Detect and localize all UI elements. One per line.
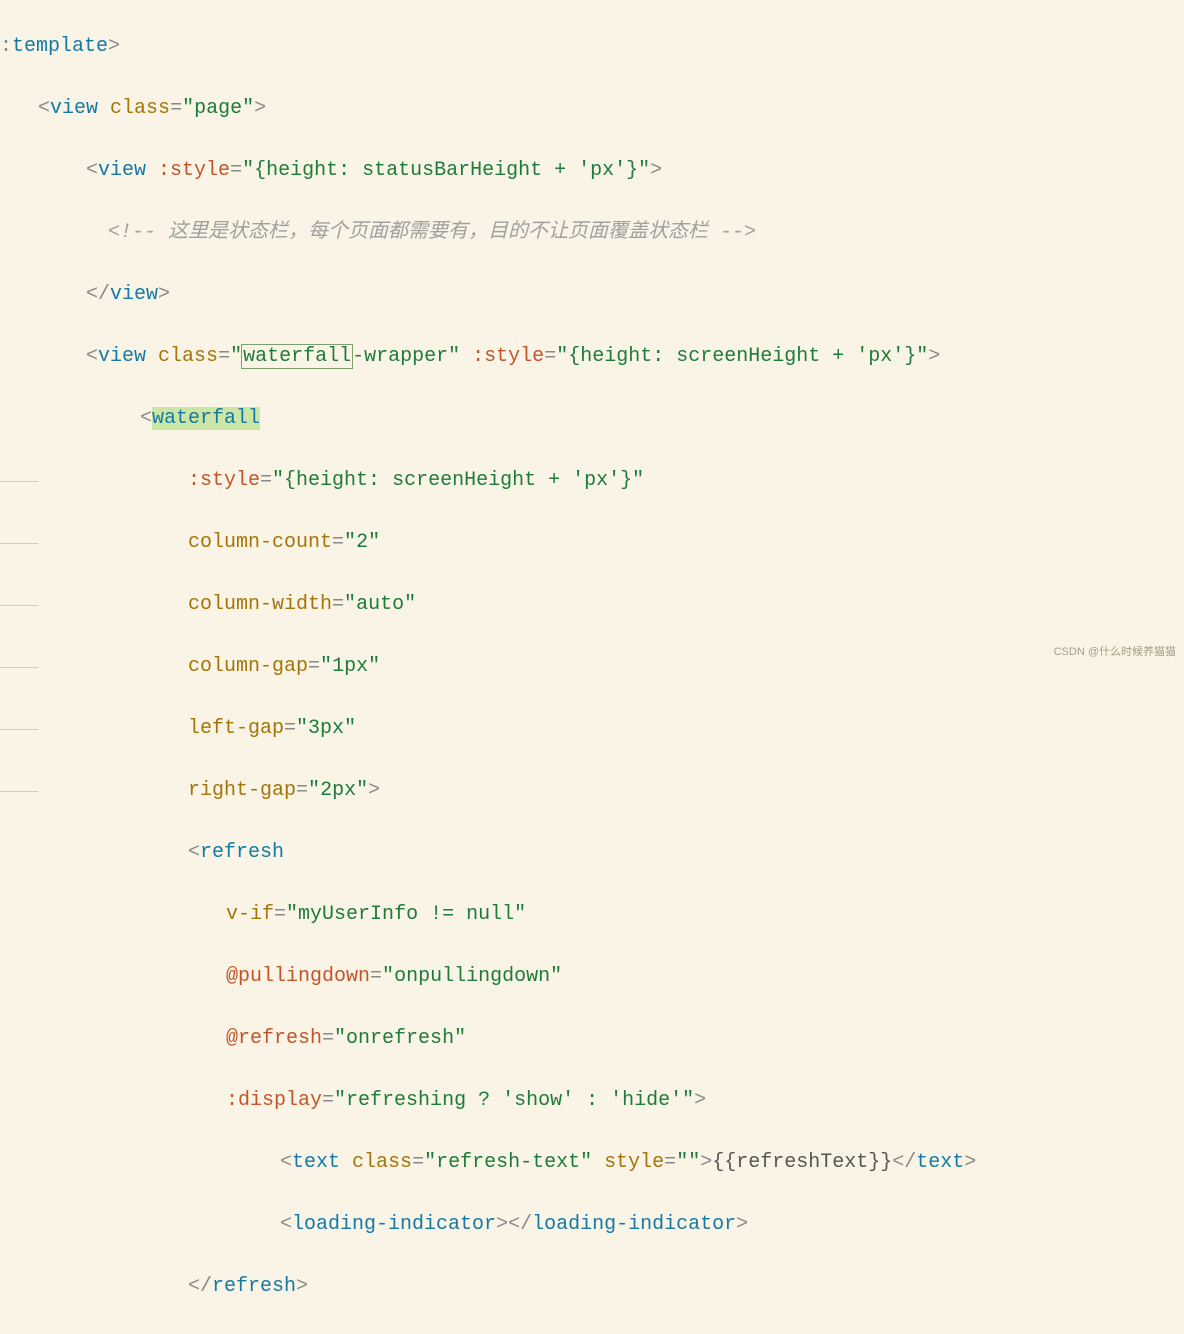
code-line: </refresh> — [0, 1271, 1184, 1302]
code-line: left-gap="3px" — [0, 713, 1184, 744]
code-line: right-gap="2px"> — [0, 775, 1184, 806]
code-line: :style="{height: screenHeight + 'px'}" — [0, 465, 1184, 496]
code-line: column-count="2" — [0, 527, 1184, 558]
code-line: <cell v-for="(vlog, index) in waterList"… — [0, 1333, 1184, 1334]
code-line: <view class="waterfall-wrapper" :style="… — [0, 341, 1184, 372]
code-line: @refresh="onrefresh" — [0, 1023, 1184, 1054]
code-comment: <!-- 这里是状态栏，每个页面都需要有，目的不让页面覆盖状态栏 --> — [0, 217, 1184, 248]
code-line: <text class="refresh-text" style="">{{re… — [0, 1147, 1184, 1178]
code-line: :display="refreshing ? 'show' : 'hide'"> — [0, 1085, 1184, 1116]
code-line: column-width="auto" — [0, 589, 1184, 620]
code-line: </view> — [0, 279, 1184, 310]
code-line: v-if="myUserInfo != null" — [0, 899, 1184, 930]
code-line: <loading-indicator></loading-indicator> — [0, 1209, 1184, 1240]
highlight-selection: waterfall — [152, 407, 260, 430]
code-line: <view class="page"> — [0, 93, 1184, 124]
highlight-box: waterfall — [242, 345, 352, 368]
code-line: @pullingdown="onpullingdown" — [0, 961, 1184, 992]
code-line: <refresh — [0, 837, 1184, 868]
code-line: :template> — [0, 31, 1184, 62]
code-block: :template> <view class="page"> <view :st… — [0, 0, 1184, 1334]
watermark: CSDN @什么时候养猫猫 — [1054, 644, 1176, 661]
code-line: <view :style="{height: statusBarHeight +… — [0, 155, 1184, 186]
code-line: <waterfall — [0, 403, 1184, 434]
